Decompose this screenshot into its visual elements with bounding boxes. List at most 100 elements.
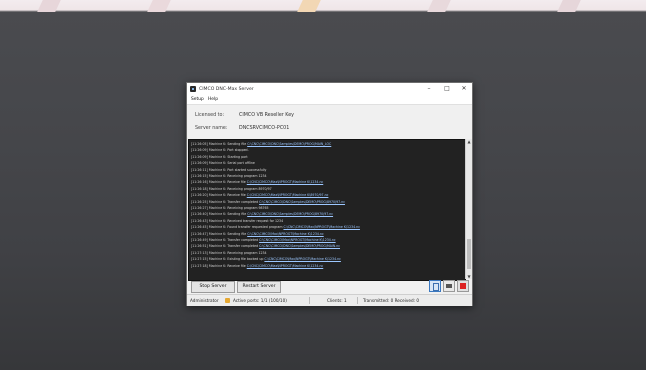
log-file-link[interactable]: C:\CNC\CIMCO\Max\NPROGT\Machine K\1234.n… — [247, 180, 324, 184]
status-separator — [357, 297, 358, 304]
menu-bar: Setup Help — [187, 95, 472, 105]
copy-icon[interactable] — [429, 280, 441, 292]
log-message: Existing file backed up — [227, 257, 265, 262]
scroll-thumb[interactable] — [467, 239, 471, 269]
log-timestamp: [11:26:09] Machine K: — [191, 154, 228, 159]
app-icon — [190, 86, 196, 92]
log-line: [11:26:18] Machine K: Receiving program … — [191, 187, 272, 191]
close-icon[interactable]: ✕ — [457, 85, 471, 93]
log-timestamp: [11:26:25] Machine K: — [191, 199, 228, 204]
server-name-label: Server name: — [195, 126, 228, 131]
log-console[interactable]: [11:26:05] Machine K: Sending file C:\CN… — [188, 139, 466, 281]
log-message: Received transfer request for 1234 — [227, 218, 284, 223]
log-file-link[interactable]: C:\CNC\CIMCO\DNC\Samples\DEMO\PROG\MAIN_… — [247, 142, 331, 146]
log-line: [11:26:05] Machine K: Sending file C:\CN… — [191, 142, 331, 146]
log-line: [11:26:20] Machine K: Receive file C:\CN… — [191, 193, 328, 197]
log-file-link[interactable]: C:\CNC\CIMCO\DNC\Samples\DEMO\PROG\8970/… — [247, 212, 333, 216]
log-timestamp: [11:26:16] Machine K: — [191, 180, 228, 185]
log-file-link[interactable]: C:\CNC\CIMCO\Max\NPROGT\Machine K\1234.n… — [264, 257, 341, 261]
log-file-link[interactable]: C:\CNC\CIMCO\Max\NPROGT\Machine K\1234.n… — [247, 232, 324, 236]
log-line: [11:26:43] Machine K: Received transfer … — [191, 219, 283, 223]
log-message: Serial port offline — [227, 161, 255, 166]
log-timestamp: [11:26:51] Machine K: — [191, 244, 228, 249]
log-line: [11:26:11] Machine K: Port started succe… — [191, 168, 266, 172]
log-file-link[interactable]: C:\CNC\CIMCO\DNC\Samples\DEMO\PROG\8970/… — [259, 200, 345, 204]
log-line: [11:26:40] Machine K: Sending file C:\CN… — [191, 212, 333, 216]
log-message: Receiving program 98765 — [227, 206, 269, 210]
clear-log-icon[interactable] — [457, 280, 469, 292]
log-timestamp: [11:26:18] Machine K: — [191, 186, 228, 191]
log-message: Port started successfully — [227, 167, 267, 172]
menu-setup[interactable]: Setup — [191, 97, 204, 102]
log-message: Transfer completed — [227, 238, 260, 242]
log-timestamp: [11:26:09] Machine K: — [191, 148, 228, 153]
log-message: Receiving program 8970/97 — [227, 186, 272, 191]
log-message: Sending file — [227, 142, 248, 146]
status-bar: Administrator Active ports: 1/1 (100/10)… — [187, 294, 472, 306]
log-line: [11:26:47] Machine K: Sending file C:\CN… — [191, 232, 324, 236]
log-line: [11:26:51] Machine K: Transfer completed… — [191, 244, 340, 248]
menu-help[interactable]: Help — [208, 97, 218, 102]
log-file-link[interactable]: C:\CNC\CIMCO\Max\NPROGT\Machine K\1234.n… — [259, 238, 336, 242]
log-timestamp: [11:27:18] Machine K: — [191, 263, 228, 268]
log-message: Receive file — [227, 263, 247, 268]
log-message: Receive file — [227, 193, 247, 198]
status-active-ports: Active ports: 1/1 (100/10) — [233, 298, 287, 303]
log-timestamp: [11:27:13] Machine K: — [191, 250, 228, 255]
status-traffic: Transmitted: 0 Received: 0 — [363, 298, 420, 303]
log-line: [11:26:49] Machine K: Transfer completed… — [191, 238, 336, 242]
log-message: Sending file — [227, 212, 248, 217]
licensed-value: CIMCO VB Reseller Key — [239, 113, 294, 118]
log-line: [11:26:09] Machine K: Serial port offlin… — [191, 161, 255, 165]
log-scrollbar[interactable]: ▲ ▼ — [465, 139, 472, 279]
log-file-link[interactable]: C:\CNC\CIMCO\Max\NPROGT\Machine K\1234.n… — [247, 264, 324, 268]
stop-server-button[interactable]: Stop Server — [191, 281, 235, 293]
log-timestamp: [11:26:45] Machine K: — [191, 225, 228, 230]
minimize-icon[interactable]: – — [422, 85, 436, 93]
log-timestamp: [11:26:27] Machine K: — [191, 206, 228, 210]
maximize-icon[interactable]: □ — [440, 85, 454, 93]
window-title: CIMCO DNC-Max Server — [199, 86, 254, 92]
log-timestamp: [11:26:40] Machine K: — [191, 212, 228, 217]
status-clients: Clients: 1 — [327, 298, 347, 303]
log-message: Receiving program 1234 — [227, 174, 267, 178]
title-bar[interactable]: CIMCO DNC-Max Server – □ ✕ — [187, 83, 472, 95]
log-line: [11:26:09] Machine K: Port stopped. — [191, 148, 249, 152]
log-timestamp: [11:26:11] Machine K: — [191, 167, 228, 172]
license-info-panel: Licensed to: CIMCO VB Reseller Key Serve… — [187, 105, 472, 138]
log-file-link[interactable]: C:\CNC\CIMCO\Max\NPROGT\Machine K\1234.n… — [283, 225, 360, 229]
status-user: Administrator — [190, 298, 219, 303]
log-timestamp: [11:26:09] Machine K: — [191, 161, 228, 166]
licensed-label: Licensed to: — [195, 113, 225, 118]
log-file-link[interactable]: C:\CNC\CIMCO\Max\NPROGT\Machine K\8970/9… — [247, 193, 329, 197]
log-message: Port stopped. — [227, 148, 249, 153]
server-window: CIMCO DNC-Max Server – □ ✕ Setup Help Li… — [186, 82, 473, 306]
log-line: [11:27:15] Machine K: Existing file back… — [191, 257, 341, 261]
log-line: [11:26:09] Machine K: Starting port — [191, 155, 248, 159]
log-timestamp: [11:27:15] Machine K: — [191, 257, 228, 262]
log-line: [11:26:16] Machine K: Receive file C:\CN… — [191, 180, 323, 184]
log-line: [11:26:27] Machine K: Receiving program … — [191, 206, 269, 210]
log-timestamp: [11:26:15] Machine K: — [191, 174, 228, 178]
scroll-down-icon[interactable]: ▼ — [466, 274, 472, 279]
log-message: Transfer completed — [227, 244, 260, 249]
log-message: Found transfer requested program — [227, 225, 284, 230]
log-file-link[interactable]: C:\CNC\CIMCO\DNC\Samples\DEMO\PROG\MAIN.… — [259, 244, 340, 248]
log-message: Starting port — [227, 154, 248, 159]
log-message: Sending file — [227, 231, 248, 236]
log-timestamp: [11:26:20] Machine K: — [191, 193, 228, 198]
restart-server-button[interactable]: Restart Server — [237, 281, 281, 293]
ports-icon — [225, 297, 230, 303]
scroll-up-icon[interactable]: ▲ — [466, 139, 472, 144]
log-message: Receiving program 1234 — [227, 250, 267, 255]
server-name-value: DNCSRVCIMCO-PC01 — [239, 126, 290, 131]
log-message: Receive file — [227, 180, 247, 185]
log-message: Transfer completed — [227, 199, 260, 204]
log-timestamp: [11:26:47] Machine K: — [191, 231, 228, 236]
log-line: [11:27:13] Machine K: Receiving program … — [191, 251, 267, 255]
log-timestamp: [11:26:43] Machine K: — [191, 218, 228, 223]
print-icon[interactable] — [443, 280, 455, 292]
log-line: [11:26:45] Machine K: Found transfer req… — [191, 225, 360, 229]
log-line: [11:26:25] Machine K: Transfer completed… — [191, 200, 345, 204]
status-separator — [309, 297, 310, 304]
